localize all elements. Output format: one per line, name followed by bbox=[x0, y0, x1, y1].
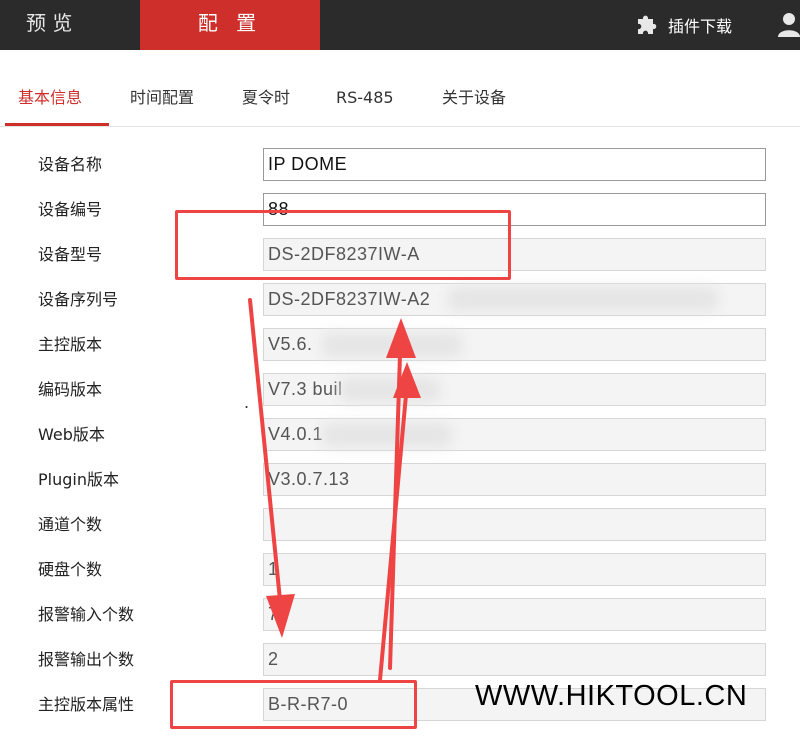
arrow-down-line bbox=[248, 298, 282, 602]
annotation-arrows bbox=[248, 298, 421, 682]
arrow-up-head-1 bbox=[386, 318, 416, 358]
watermark-text: WWW.HIKTOOL.CN bbox=[475, 680, 748, 712]
arrow-down-head bbox=[266, 594, 295, 638]
arrow-up-head-2 bbox=[393, 362, 421, 398]
arrow-up-line-2 bbox=[378, 393, 408, 682]
